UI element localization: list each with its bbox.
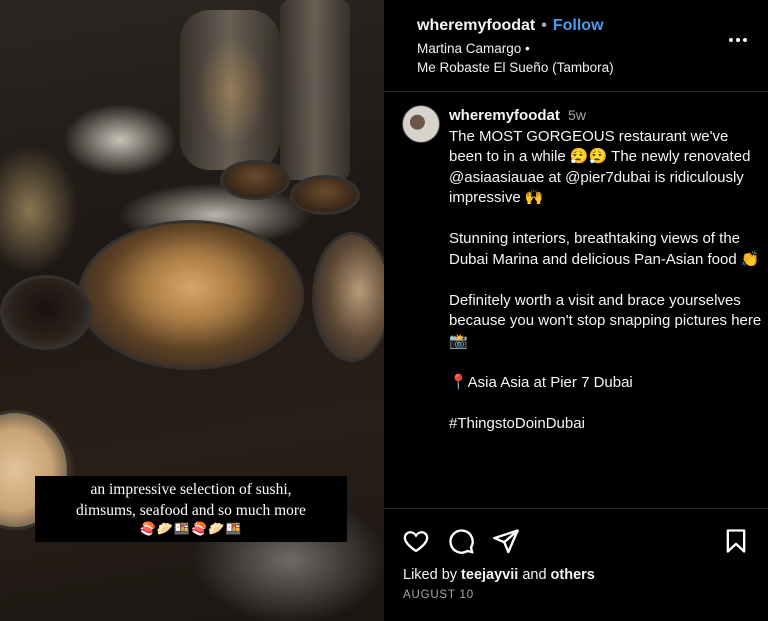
post-media[interactable]: an impressive selection of sushi, dimsum… — [0, 0, 384, 621]
liked-by-and: and — [518, 567, 551, 583]
side-bowl — [312, 232, 384, 362]
avatar[interactable] — [402, 105, 440, 143]
lantern — [180, 10, 280, 170]
heart-icon[interactable] — [402, 527, 432, 557]
water-bottle — [280, 0, 350, 180]
noodle-bowl — [78, 220, 304, 370]
liked-by-prefix: Liked by — [403, 567, 462, 583]
caption-paragraph-2: Stunning interiors, breathtaking views o… — [449, 230, 760, 268]
caption-username[interactable]: wheremyfoodat — [449, 107, 560, 124]
header-username[interactable]: wheremyfoodat — [417, 17, 535, 35]
caption-time[interactable]: 5w — [568, 107, 586, 123]
caption-body: wheremyfoodat 5w The MOST GORGEOUS resta… — [449, 105, 764, 434]
post-panel: wheremyfoodat • Follow Martina Camargo •… — [384, 0, 768, 621]
send-icon[interactable] — [492, 527, 522, 557]
location-link[interactable]: Me Robaste El Sueño (Tambora) — [417, 60, 614, 75]
tagged-user[interactable]: Martina Camargo • — [417, 41, 530, 56]
header-separator: • — [541, 17, 547, 34]
sauce-bowl — [0, 275, 92, 350]
caption-paragraph-1: The MOST GORGEOUS restaurant we've been … — [449, 127, 751, 207]
caption-paragraph-3: Definitely worth a visit and brace yours… — [449, 291, 762, 350]
likes-summary: Liked by teejayvii and others — [403, 567, 595, 583]
bookmark-icon[interactable] — [722, 527, 752, 557]
liked-by-user[interactable]: teejayvii — [461, 567, 518, 583]
caption-hashtag[interactable]: #ThingstoDoinDubai — [449, 414, 764, 435]
story-caption: an impressive selection of sushi, dimsum… — [35, 476, 347, 542]
post-header: wheremyfoodat • Follow Martina Camargo •… — [384, 0, 768, 92]
more-options-icon[interactable] — [729, 38, 747, 42]
action-bar: Liked by teejayvii and others AUGUST 10 — [384, 508, 768, 621]
caption-location-line: 📍Asia Asia at Pier 7 Dubai — [449, 373, 633, 391]
follow-button[interactable]: Follow — [553, 17, 604, 35]
story-caption-line2: dimsums, seafood and so much more — [76, 502, 306, 519]
small-bowl — [220, 160, 290, 200]
story-caption-emoji: 🍣🥟🍱🍣🥟🍱 — [139, 521, 243, 536]
liked-by-others[interactable]: others — [551, 567, 595, 583]
story-caption-line1: an impressive selection of sushi, — [90, 481, 292, 498]
post-date[interactable]: AUGUST 10 — [403, 589, 474, 601]
small-bowl-2 — [290, 175, 360, 215]
header-title-row: wheremyfoodat • Follow — [417, 17, 604, 35]
comment-icon[interactable] — [447, 527, 477, 557]
